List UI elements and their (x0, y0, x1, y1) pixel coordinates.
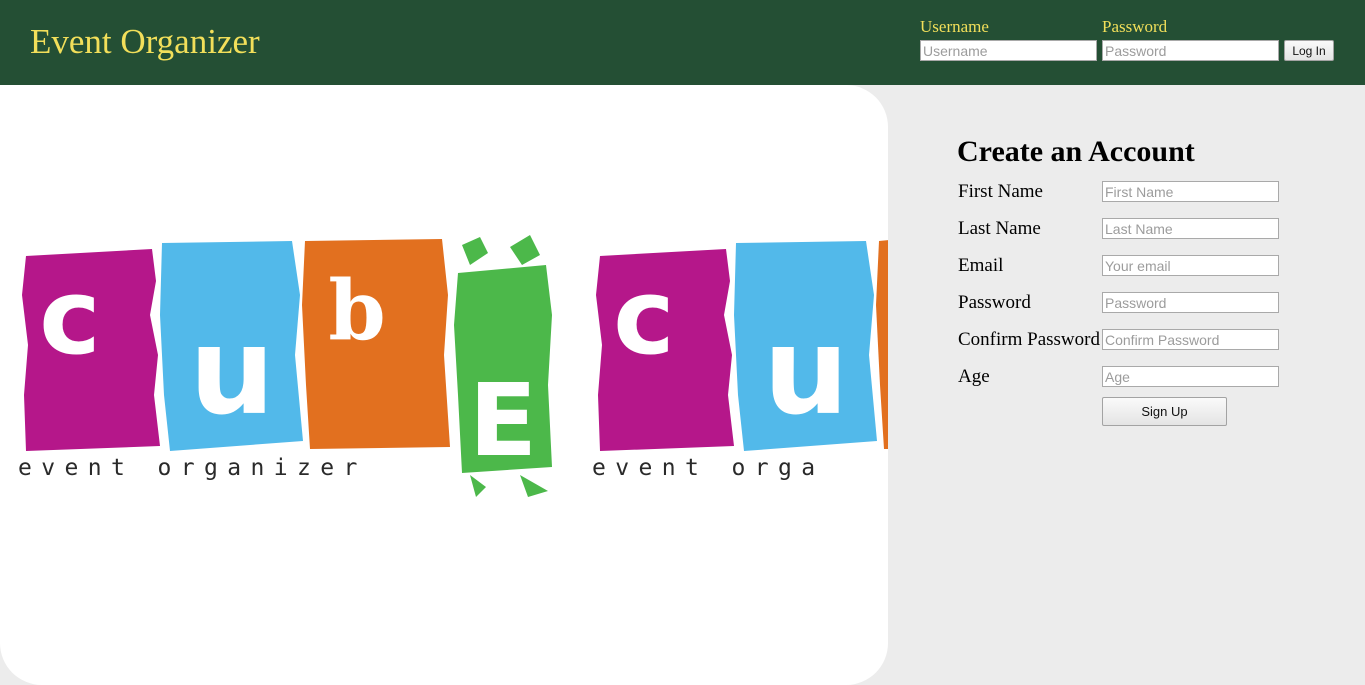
confirm-password-label: Confirm Password (958, 329, 1100, 350)
last-name-input[interactable] (1102, 218, 1279, 239)
email-label: Email (958, 255, 1004, 276)
sign-up-button[interactable]: Sign Up (1102, 397, 1227, 426)
age-label: Age (958, 366, 990, 387)
logo-repeat-block-orange (876, 240, 888, 449)
password-label: Password (1102, 17, 1168, 36)
create-account-title: Create an Account (957, 135, 1195, 168)
last-name-label: Last Name (958, 218, 1041, 239)
banner-panel: c u b E event organizer c u event orga (0, 85, 888, 685)
login-username-input[interactable] (920, 40, 1097, 61)
site-title: Event Organizer (30, 22, 260, 61)
username-label: Username (920, 17, 989, 36)
logo-repeat-letter-u: u (763, 303, 848, 442)
logo-letter-c: c (39, 256, 101, 378)
logo-repeat-letter-c: c (613, 256, 675, 378)
logo-caption: event organizer (18, 455, 367, 481)
login-button[interactable]: Log In (1284, 40, 1334, 61)
login-password-input[interactable] (1102, 40, 1279, 61)
password-field-label: Password (958, 292, 1031, 313)
logo-letter-e: E (469, 362, 537, 479)
password-input[interactable] (1102, 292, 1279, 313)
first-name-label: First Name (958, 181, 1043, 202)
age-input[interactable] (1102, 366, 1279, 387)
email-input[interactable] (1102, 255, 1279, 276)
top-header: Event Organizer Username Password Log In (0, 0, 1365, 85)
logo-repeat-caption: event orga (592, 455, 824, 481)
logo-letter-u: u (189, 303, 274, 442)
logo-letter-b: b (328, 263, 385, 359)
cube-event-organizer-logo: c u b E event organizer c u event orga (18, 235, 888, 497)
first-name-input[interactable] (1102, 181, 1279, 202)
confirm-password-input[interactable] (1102, 329, 1279, 350)
